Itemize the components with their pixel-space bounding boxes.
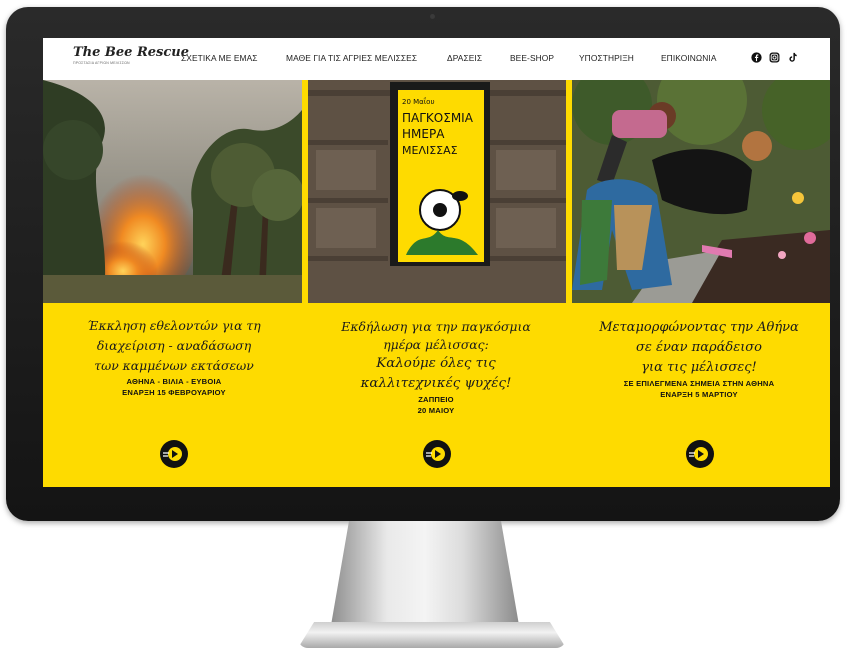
nav-item-wild-bees[interactable]: ΜΑΘΕ ΓΙΑ ΤΙΣ ΑΓΡΙΕΣ ΜΕΛΙΣΣΕΣ <box>286 53 417 63</box>
gardening-image <box>572 80 830 303</box>
bee-arrow-button-3[interactable] <box>686 440 714 468</box>
poster-photo: 20 Μαΐου ΠΑΓΚΟΣΜΙΑ ΗΜΕΡΑ ΜΕΛΙΣΣΑΣ <box>308 80 566 303</box>
bee-arrow-button-2[interactable] <box>423 440 451 468</box>
wildfire-image <box>43 80 302 303</box>
nav-item-actions[interactable]: ΔΡΑΣΕΙΣ <box>447 53 482 63</box>
event-title-line: καλλιτεχνικές ψυχές! <box>360 376 512 391</box>
event-card-athens: Μεταμορφώνοντας την Αθήνα σε έναν παράδε… <box>568 318 830 400</box>
event-title-line: Μεταμορφώνοντας την Αθήνα <box>599 320 799 335</box>
event-title-line: για τις μέλισσες! <box>641 360 757 375</box>
tiktok-icon[interactable] <box>787 52 798 63</box>
event-title-line: διαχείριση - αναδάσωση <box>96 338 252 353</box>
nav-item-bee-shop[interactable]: BEE-SHOP <box>510 53 554 63</box>
webcam <box>430 14 435 19</box>
top-navigation: The Bee Rescue ΠΡΟΣΤΑΣΙΑ ΑΓΡΙΩΝ ΜΕΛΙΣΣΩΝ… <box>43 38 830 80</box>
monitor-stand-neck <box>330 521 520 631</box>
monitor-stand-base <box>298 622 566 648</box>
logo-tagline: ΠΡΟΣΤΑΣΙΑ ΑΓΡΙΩΝ ΜΕΛΙΣΣΩΝ <box>73 61 130 65</box>
poster-date: 20 Μαΐου <box>402 97 435 106</box>
event-card-bee-day: Εκδήλωση για την παγκόσμια ημέρα μέλισσα… <box>305 318 567 416</box>
facebook-icon[interactable] <box>751 52 762 63</box>
event-location: ΑΘΗΝΑ - ΒΙΛΙΑ - ΕΥΒΟΙΑ <box>126 377 222 386</box>
nav-item-contact[interactable]: ΕΠΙΚΟΙΝΩΝΙΑ <box>661 53 717 63</box>
event-title-line: Έκκληση εθελοντών για τη <box>87 318 261 333</box>
event-date: 20 ΜΑΙΟΥ <box>417 406 455 415</box>
site-logo[interactable]: The Bee Rescue ΠΡΟΣΤΑΣΙΑ ΑΓΡΙΩΝ ΜΕΛΙΣΣΩΝ <box>73 45 190 73</box>
poster-title-3: ΜΕΛΙΣΣΑΣ <box>402 144 458 157</box>
event-date: ΕΝΑΡΞΗ 15 ΦΕΒΡΟΥΑΡΙΟΥ <box>122 388 226 397</box>
instagram-icon[interactable] <box>769 52 780 63</box>
event-title-line: σε έναν παράδεισο <box>635 340 763 355</box>
event-title-line: Καλούμε όλες τις <box>376 356 496 371</box>
event-title-line: των καμμένων εκτάσεων <box>94 358 254 373</box>
bee-arrow-button-1[interactable] <box>160 440 188 468</box>
poster-title-2: ΗΜΕΡΑ <box>402 127 445 141</box>
event-location: ΣΕ ΕΠΙΛΕΓΜΕΝΑ ΣΗΜΕΙΑ ΣΤΗΝ ΑΘΗΝΑ <box>623 379 775 388</box>
event-card-volunteers: Έκκληση εθελοντών για τη διαχείριση - αν… <box>43 316 305 398</box>
logo-text: The Bee Rescue <box>73 45 190 60</box>
poster-image: 20 Μαΐου ΠΑΓΚΟΣΜΙΑ ΗΜΕΡΑ ΜΕΛΙΣΣΑΣ <box>308 80 566 303</box>
nav-item-support[interactable]: ΥΠΟΣΤΗΡΙΞΗ <box>579 53 634 63</box>
nav-item-about[interactable]: ΣΧΕΤΙΚΑ ΜΕ ΕΜΑΣ <box>181 53 258 63</box>
gardening-photo <box>572 80 830 303</box>
wildfire-photo <box>43 80 302 303</box>
poster-title-1: ΠΑΓΚΟΣΜΙΑ <box>402 111 474 125</box>
event-location: ΖΑΠΠΕΙΟ <box>418 395 454 404</box>
event-title-line: ημέρα μέλισσας: <box>383 337 489 352</box>
website-screen: The Bee Rescue ΠΡΟΣΤΑΣΙΑ ΑΓΡΙΩΝ ΜΕΛΙΣΣΩΝ… <box>43 38 830 487</box>
event-title-line: Εκδήλωση για την παγκόσμια <box>341 319 531 334</box>
event-date: ΕΝΑΡΞΗ 5 ΜΑΡΤΙΟΥ <box>660 390 738 399</box>
